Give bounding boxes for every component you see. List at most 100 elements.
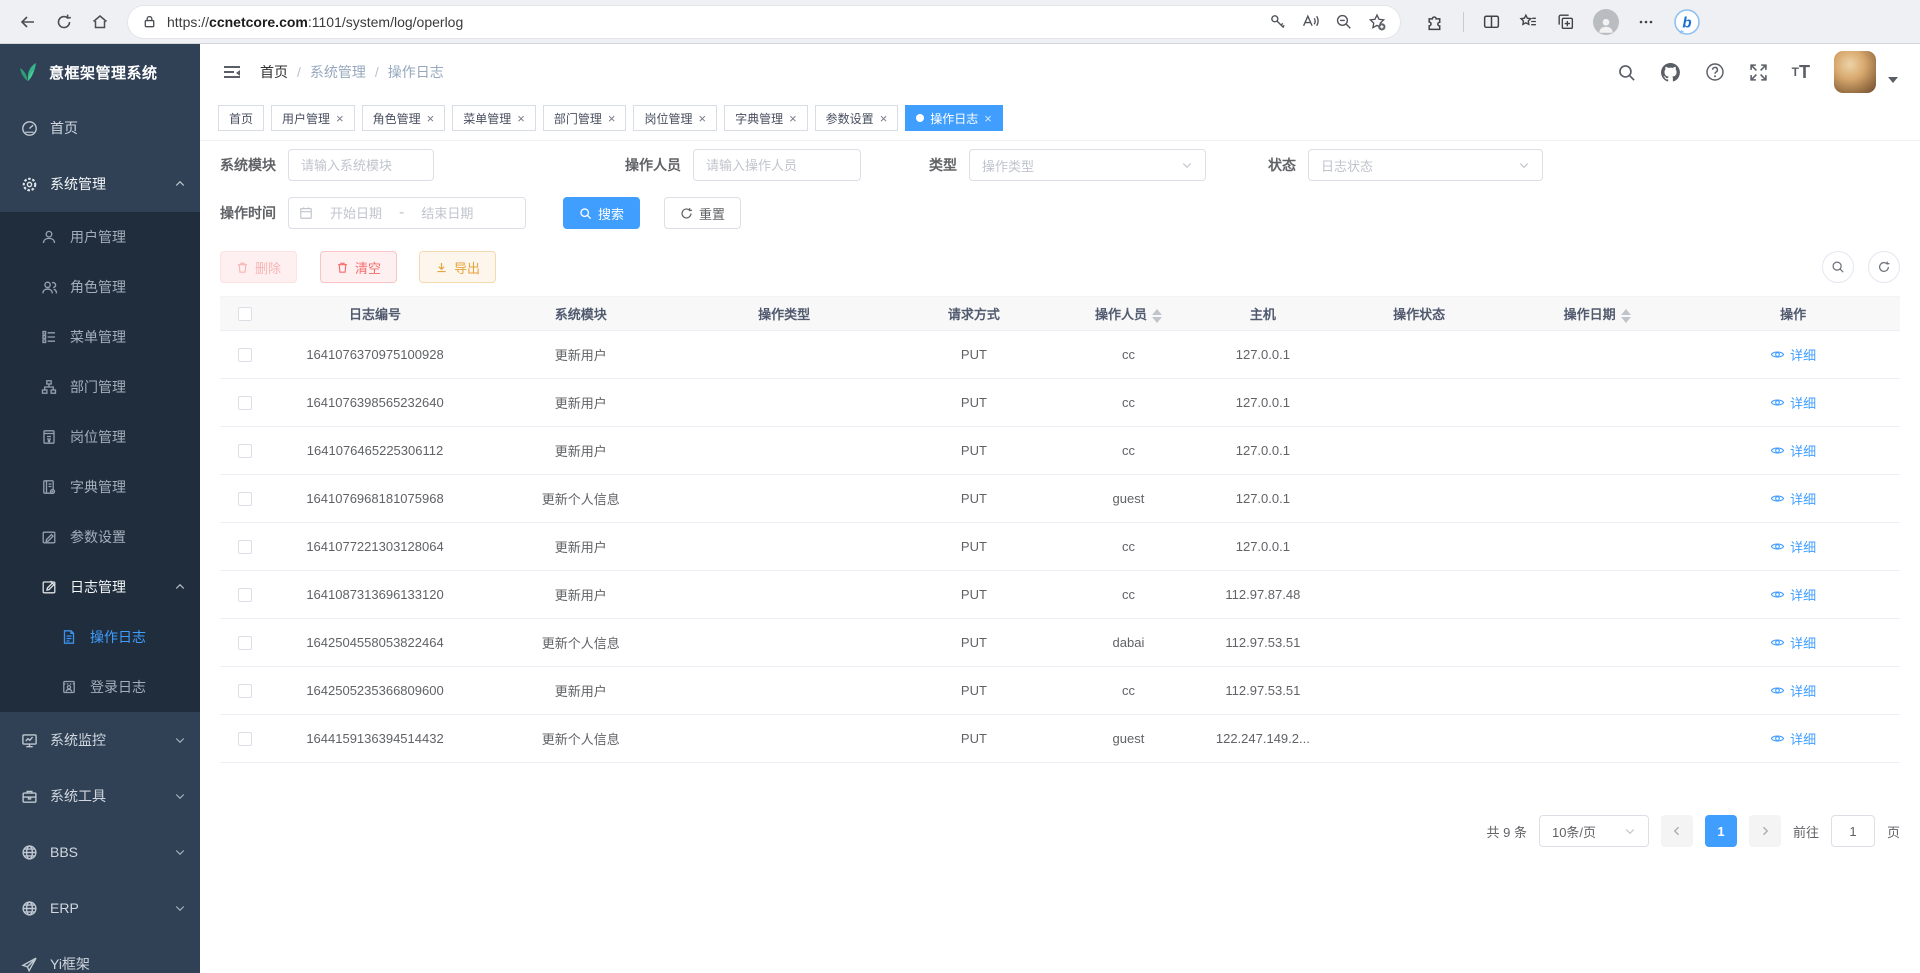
search-button[interactable]: 搜索 (563, 197, 640, 229)
detail-link[interactable]: 详细 (1770, 537, 1816, 556)
export-button[interactable]: 导出 (419, 251, 496, 283)
row-checkbox[interactable] (238, 444, 252, 458)
type-select[interactable]: 操作类型 (969, 149, 1206, 181)
row-checkbox[interactable] (238, 492, 252, 506)
tab-dept-management[interactable]: 部门管理× (543, 105, 627, 131)
row-checkbox[interactable] (238, 636, 252, 650)
address-bar[interactable]: https://ccnetcore.com:1101/system/log/op… (128, 6, 1400, 38)
tab-operation-log[interactable]: 操作日志× (905, 105, 1003, 131)
tab-close-icon[interactable]: × (698, 112, 706, 125)
read-aloud-icon[interactable] (1302, 13, 1319, 30)
sidebar-item-role-management[interactable]: 角色管理 (0, 262, 200, 312)
sidebar-item-param-settings[interactable]: 参数设置 (0, 512, 200, 562)
sidebar-item-login-log[interactable]: 登录日志 (0, 662, 200, 712)
status-select[interactable]: 日志状态 (1308, 149, 1543, 181)
sidebar-item-user-management[interactable]: 用户管理 (0, 212, 200, 262)
extensions-icon[interactable] (1426, 12, 1445, 31)
tab-close-icon[interactable]: × (517, 112, 525, 125)
sidebar-item-system-tools[interactable]: 系统工具 (0, 768, 200, 824)
tab-post-management[interactable]: 岗位管理× (633, 105, 717, 131)
page-size-select[interactable]: 10条/页 (1539, 815, 1649, 847)
module-input[interactable] (288, 149, 434, 181)
row-checkbox[interactable] (238, 396, 252, 410)
sidebar-item-post-management[interactable]: 岗位管理 (0, 412, 200, 462)
column-header[interactable]: 操作日期 (1508, 297, 1686, 331)
tab-close-icon[interactable]: × (608, 112, 616, 125)
sidebar-item-dept-management[interactable]: 部门管理 (0, 362, 200, 412)
sidebar-item-erp[interactable]: ERP (0, 880, 200, 936)
operator-input[interactable] (693, 149, 861, 181)
split-screen-icon[interactable] (1482, 12, 1501, 31)
sidebar-item-system-management[interactable]: 系统管理 (0, 156, 200, 212)
user-avatar[interactable] (1834, 51, 1876, 93)
breadcrumb-home[interactable]: 首页 (260, 62, 288, 82)
font-size-icon[interactable]: TT (1792, 62, 1810, 83)
collections-icon[interactable] (1556, 12, 1575, 31)
prev-page-button[interactable] (1661, 815, 1693, 847)
sidebar-item-system-monitor[interactable]: 系统监控 (0, 712, 200, 768)
sidebar-collapse-icon[interactable] (222, 62, 242, 82)
detail-link[interactable]: 详细 (1770, 345, 1816, 364)
detail-link[interactable]: 详细 (1770, 633, 1816, 652)
table-refresh-icon[interactable] (1868, 251, 1900, 283)
detail-link[interactable]: 详细 (1770, 585, 1816, 604)
sort-caret-icon[interactable] (1621, 309, 1631, 323)
detail-link[interactable]: 详细 (1770, 441, 1816, 460)
detail-link[interactable]: 详细 (1770, 729, 1816, 748)
tab-user-management[interactable]: 用户管理× (271, 105, 355, 131)
row-checkbox[interactable] (238, 348, 252, 362)
detail-link[interactable]: 详细 (1770, 681, 1816, 700)
add-favorite-icon[interactable] (1368, 13, 1386, 31)
delete-button[interactable]: 删除 (220, 251, 297, 283)
tab-close-icon[interactable]: × (984, 112, 992, 125)
browser-refresh-icon[interactable] (46, 4, 82, 40)
help-icon[interactable] (1705, 62, 1725, 82)
breadcrumb-system[interactable]: 系统管理 (310, 62, 366, 82)
sidebar-item-menu-management[interactable]: 菜单管理 (0, 312, 200, 362)
row-checkbox[interactable] (238, 540, 252, 554)
password-key-icon[interactable] (1269, 13, 1286, 30)
browser-home-icon[interactable] (82, 4, 118, 40)
sidebar-item-operation-log[interactable]: 操作日志 (0, 612, 200, 662)
row-checkbox[interactable] (238, 588, 252, 602)
browser-more-icon[interactable] (1637, 13, 1655, 31)
date-range-picker[interactable]: - (288, 197, 526, 229)
row-checkbox[interactable] (238, 684, 252, 698)
goto-page-input[interactable] (1831, 815, 1875, 847)
tab-dict-management[interactable]: 字典管理× (724, 105, 808, 131)
reset-button[interactable]: 重置 (664, 197, 741, 229)
copilot-icon[interactable]: b (1673, 8, 1701, 36)
sort-caret-icon[interactable] (1152, 309, 1162, 323)
detail-link[interactable]: 详细 (1770, 393, 1816, 412)
header-search-icon[interactable] (1617, 63, 1636, 82)
detail-link[interactable]: 详细 (1770, 489, 1816, 508)
tab-close-icon[interactable]: × (880, 112, 888, 125)
browser-profile-icon[interactable] (1593, 9, 1619, 35)
tab-home[interactable]: 首页 (218, 105, 264, 131)
select-all-checkbox[interactable] (238, 307, 252, 321)
tab-close-icon[interactable]: × (427, 112, 435, 125)
fullscreen-icon[interactable] (1749, 63, 1768, 82)
github-icon[interactable] (1660, 62, 1681, 83)
avatar-caret-icon[interactable] (1888, 77, 1898, 83)
row-checkbox[interactable] (238, 732, 252, 746)
tab-param-settings[interactable]: 参数设置× (815, 105, 899, 131)
sidebar-item-dict-management[interactable]: 字典管理 (0, 462, 200, 512)
tab-menu-management[interactable]: 菜单管理× (452, 105, 536, 131)
table-search-icon[interactable] (1822, 251, 1854, 283)
tab-role-management[interactable]: 角色管理× (362, 105, 446, 131)
favorites-icon[interactable] (1519, 12, 1538, 31)
tab-close-icon[interactable]: × (789, 112, 797, 125)
sidebar-item-bbs[interactable]: BBS (0, 824, 200, 880)
sidebar-item-home[interactable]: 首页 (0, 100, 200, 156)
date-start-input[interactable] (319, 206, 393, 221)
sidebar-item-log-management[interactable]: 日志管理 (0, 562, 200, 612)
browser-back-icon[interactable] (10, 4, 46, 40)
date-end-input[interactable] (410, 206, 484, 221)
sidebar-item-yi-framework[interactable]: Yi框架 (0, 936, 200, 973)
zoom-out-icon[interactable] (1335, 13, 1352, 30)
tab-close-icon[interactable]: × (336, 112, 344, 125)
page-number-button[interactable]: 1 (1705, 815, 1737, 847)
clear-button[interactable]: 清空 (320, 251, 397, 283)
column-header[interactable]: 操作人员 (1061, 297, 1195, 331)
